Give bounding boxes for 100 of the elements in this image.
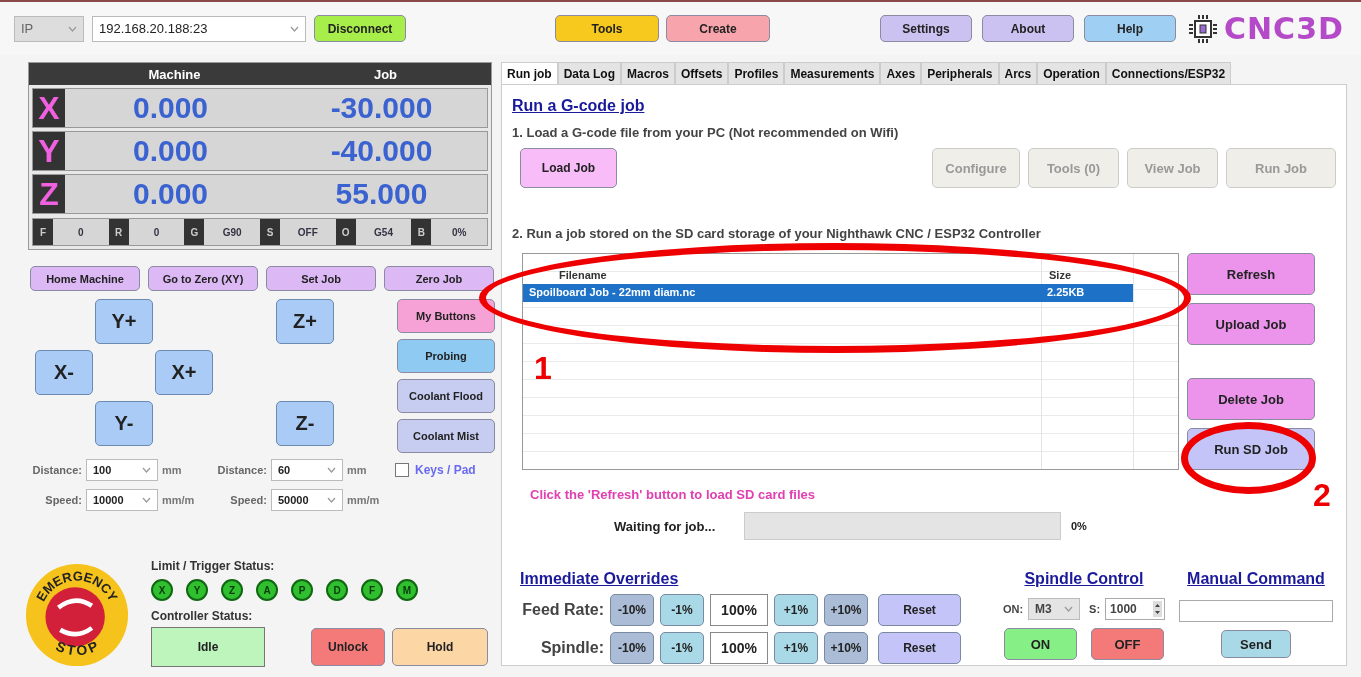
button[interactable]: ON [1004,628,1077,660]
instruction-text: 1. Load a G-code file from your PC (Not recommended on Wifi) [512,125,900,140]
button[interactable]: Coolant Mist [397,419,495,453]
status-key: O [335,219,356,245]
button[interactable]: Hold [392,628,488,666]
button[interactable]: Reset [878,594,961,626]
value-select[interactable]: 10000 [86,489,158,511]
override-label: Spindle: [539,639,604,657]
machine-position: 0.000 [131,90,210,126]
tab[interactable]: Run job [501,62,558,84]
tab[interactable]: Connections/ESP32 [1105,62,1232,84]
limit-indicator: P [291,579,313,601]
button[interactable]: -1% [660,632,704,664]
button[interactable]: Tools [555,15,659,42]
button[interactable]: +10% [824,632,868,664]
button[interactable]: About [982,15,1074,42]
machine-position: 0.000 [131,176,210,212]
progress-label: Waiting for job... [614,518,717,534]
button[interactable]: Coolant Flood [397,379,495,413]
jog-button[interactable]: X+ [155,350,213,395]
button[interactable]: Disconnect [314,15,406,42]
button[interactable]: +1% [774,632,818,664]
button[interactable]: Unlock [311,628,385,666]
unit-label: mm/m [347,494,381,506]
button[interactable]: Zero Job [384,266,494,291]
button[interactable]: Load Job [520,148,617,188]
command-input[interactable] [1179,600,1333,622]
tab[interactable]: Axes [880,62,922,84]
axis-label: Z [33,175,65,213]
jog-button[interactable]: Z- [276,401,334,446]
progress-reading: 0% [1071,520,1087,532]
override-value-field[interactable]: 100% [710,594,768,626]
caret-icon [68,25,77,32]
button[interactable]: Settings [880,15,972,42]
button[interactable]: +10% [824,594,868,626]
jog-button[interactable]: X- [35,350,93,395]
spinner-arrows-icon [1153,601,1163,617]
tab[interactable]: Macros [621,62,676,84]
file-name-cell[interactable]: Spoilboard Job - 22mm diam.nc [523,284,1041,302]
button[interactable]: Create [666,15,770,42]
brand-logo: CNC3D [1224,11,1344,46]
axis-label: X [33,89,65,127]
button[interactable]: Upload Job [1187,303,1315,345]
tab[interactable]: Measurements [784,62,881,84]
status-key: R [108,219,129,245]
tab[interactable]: Data Log [557,62,621,84]
override-value-field[interactable]: 100% [710,632,768,664]
button[interactable]: Probing [397,339,495,373]
status-value: OFF [280,219,336,245]
button[interactable]: My Buttons [397,299,495,333]
tab[interactable]: Arcs [998,62,1038,84]
caret-icon [327,497,336,503]
limit-indicator: Y [186,579,208,601]
file-size-cell[interactable]: 2.25KB [1041,284,1133,302]
jog-button[interactable]: Y+ [95,299,153,344]
value-select[interactable]: 50000 [271,489,343,511]
status-key: S [260,219,280,245]
column-header: Size [1048,268,1072,283]
button[interactable]: Go to Zero (XY) [148,266,258,291]
value-select[interactable]: 100 [86,459,158,481]
button[interactable]: Send [1221,630,1291,658]
override-label: Feed Rate: [521,601,604,619]
chip-icon [1188,13,1218,44]
tab[interactable]: Operation [1037,62,1106,84]
checkbox[interactable] [395,463,409,477]
button[interactable]: Set Job [266,266,376,291]
field-label: Distance: [32,464,82,476]
button[interactable]: Home Machine [30,266,140,291]
job-position: -30.000 [329,90,434,126]
field-label: ON: [1002,603,1024,615]
button[interactable]: OFF [1091,628,1164,660]
jog-button[interactable]: Y- [95,401,153,446]
tab[interactable]: Profiles [728,62,785,84]
section-label: Limit / Trigger Status: [151,559,276,573]
address-combo[interactable]: 192.168.20.188:23 [92,15,306,42]
mode-select[interactable]: M3 [1028,598,1081,620]
status-value: 0 [53,219,109,245]
tab[interactable]: Peripherals [921,62,999,84]
field-label: Distance: [217,464,267,476]
section-heading: Immediate Overrides [520,570,680,588]
button[interactable]: Refresh [1187,253,1315,295]
button[interactable]: Help [1084,15,1176,42]
button[interactable]: Reset [878,632,961,664]
status-key: G [184,219,205,245]
jog-button[interactable]: Z+ [276,299,334,344]
status-value: G54 [355,219,412,245]
annotation-number: 2 [1313,477,1331,514]
button[interactable]: -10% [610,632,654,664]
section-heading: Manual Command [1187,570,1325,588]
job-position: -40.000 [329,133,434,169]
connection-type-select[interactable]: IP [14,15,84,42]
status-value: 0% [431,219,488,245]
column-header: Machine [147,66,202,82]
button[interactable]: Delete Job [1187,378,1315,420]
tab[interactable]: Offsets [675,62,729,84]
button[interactable]: -1% [660,594,704,626]
button[interactable]: -10% [610,594,654,626]
speed-spinbox[interactable]: 1000 [1105,598,1166,620]
value-select[interactable]: 60 [271,459,343,481]
button[interactable]: +1% [774,594,818,626]
